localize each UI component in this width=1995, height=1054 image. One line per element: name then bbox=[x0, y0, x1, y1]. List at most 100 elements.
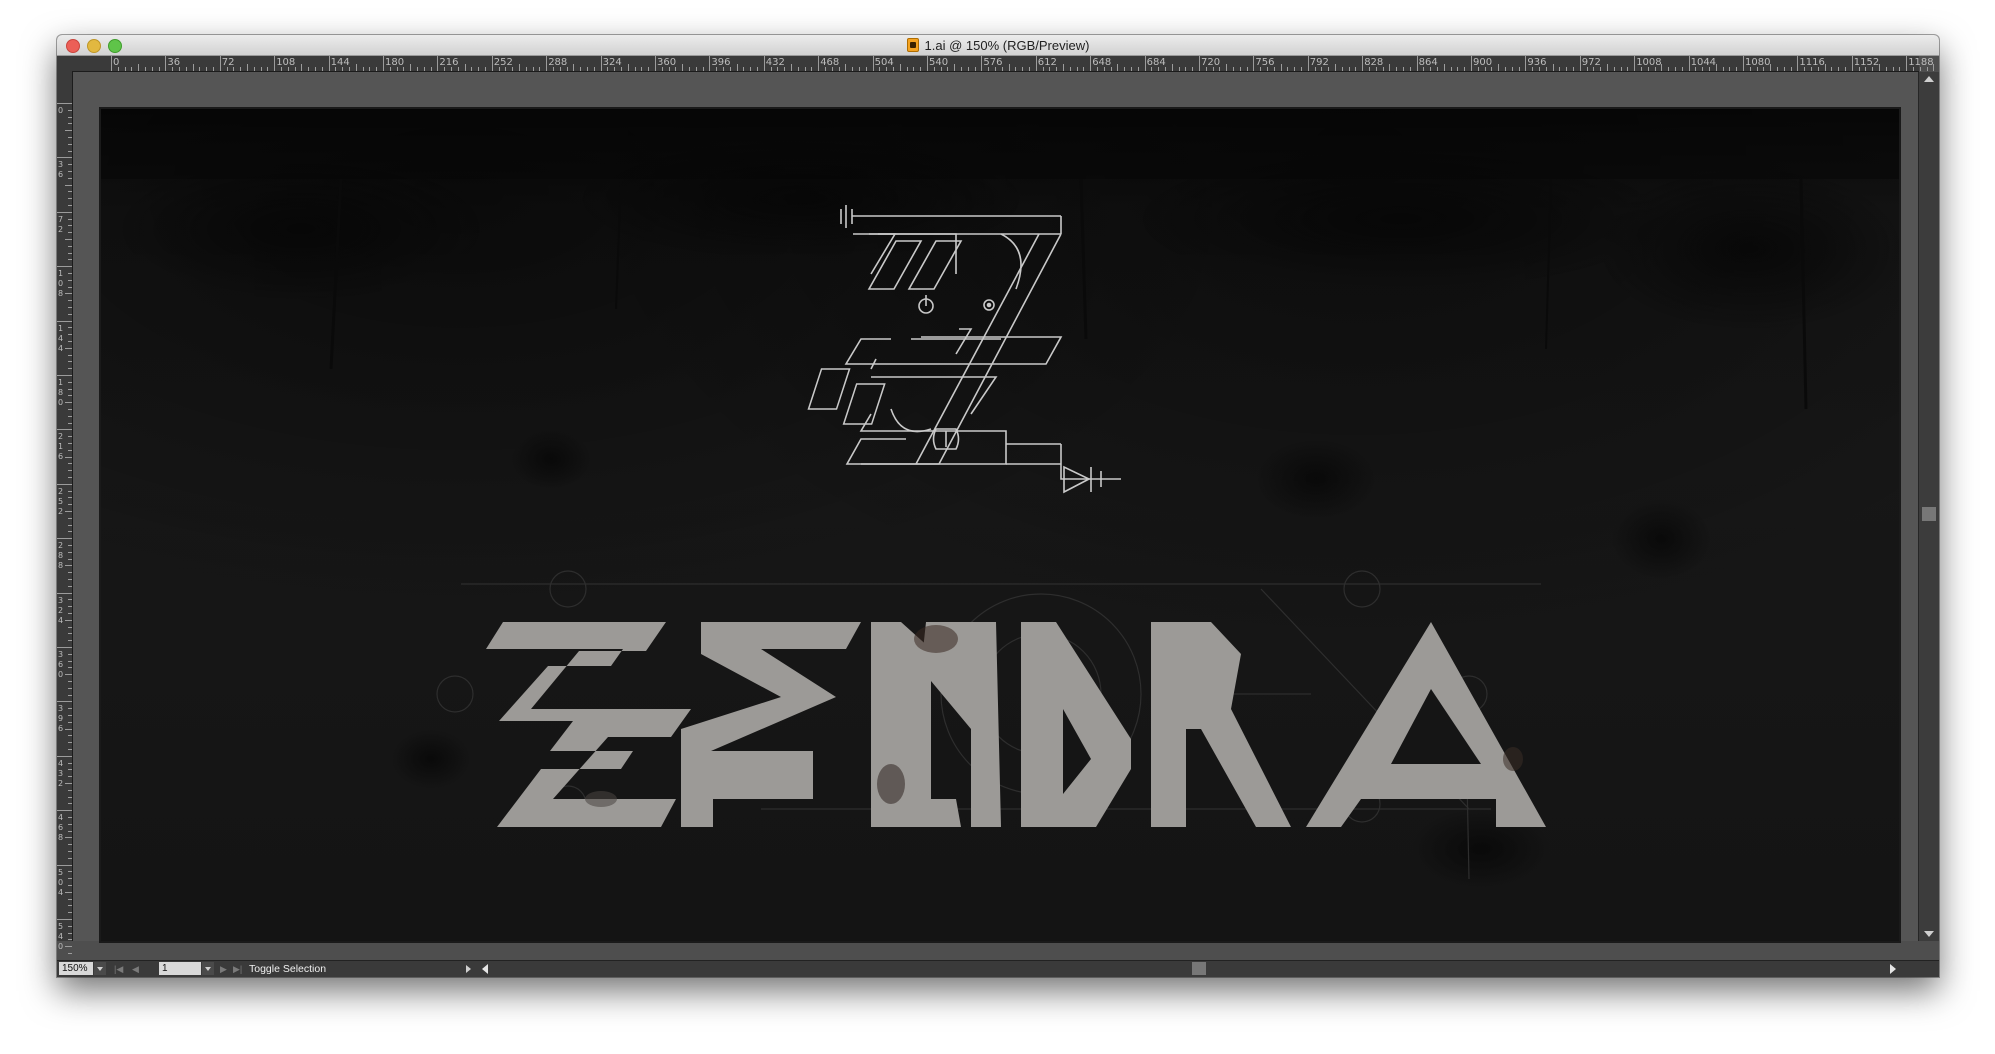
ruler-tick bbox=[57, 266, 72, 268]
ruler-minor-tick bbox=[1063, 64, 1064, 71]
ruler-minor-tick bbox=[1783, 67, 1785, 71]
ruler-minor-tick bbox=[485, 67, 486, 71]
vertical-scroll-thumb[interactable] bbox=[1922, 507, 1936, 521]
ruler-minor-tick bbox=[369, 67, 371, 71]
ruler-minor-tick bbox=[519, 64, 520, 71]
vertical-ruler[interactable]: 0 36 72 108 144 180 216 252 288 324 360 396 432 468 50… bbox=[57, 71, 73, 968]
ruler-minor-tick bbox=[859, 67, 860, 71]
status-message[interactable]: Toggle Selection bbox=[249, 961, 326, 977]
ruler-minor-tick bbox=[1736, 67, 1738, 71]
ruler-minor-tick bbox=[702, 67, 704, 71]
ruler-minor-tick bbox=[267, 67, 269, 71]
ruler-tick bbox=[927, 56, 928, 71]
ruler-minor-tick bbox=[68, 545, 72, 546]
ruler-minor-tick bbox=[1171, 64, 1173, 71]
scroll-left-icon[interactable] bbox=[482, 964, 488, 974]
ruler-tick bbox=[1253, 56, 1255, 71]
scroll-right-icon[interactable] bbox=[1890, 964, 1896, 974]
horizontal-scroll-thumb[interactable] bbox=[1192, 962, 1206, 975]
ruler-minor-tick bbox=[1239, 67, 1241, 71]
ruler-minor-tick bbox=[750, 67, 752, 71]
ruler-minor-tick bbox=[68, 205, 72, 206]
zoom-level-field[interactable]: 150% bbox=[59, 962, 93, 975]
ruler-minor-tick bbox=[68, 939, 72, 941]
ruler-minor-tick bbox=[1083, 67, 1085, 71]
ruler-minor-tick bbox=[68, 613, 72, 614]
ruler-tick bbox=[1797, 56, 1799, 71]
ruler-minor-tick bbox=[1294, 67, 1296, 71]
ruler-minor-tick bbox=[68, 681, 72, 682]
ruler-tick bbox=[57, 810, 72, 812]
ruler-minor-tick bbox=[376, 67, 378, 71]
ruler-label: 396 bbox=[58, 704, 64, 734]
ruler-minor-tick bbox=[634, 67, 636, 71]
ruler-minor-tick bbox=[68, 735, 72, 737]
ruler-tick bbox=[1416, 56, 1418, 71]
ruler-tick bbox=[57, 375, 72, 376]
ruler-minor-tick bbox=[68, 857, 72, 859]
ruler-minor-tick bbox=[68, 218, 72, 220]
ruler-minor-tick bbox=[68, 776, 72, 778]
scroll-up-icon[interactable] bbox=[1924, 76, 1934, 82]
ruler-minor-tick bbox=[68, 878, 72, 880]
ruler-label: 504 bbox=[874, 57, 894, 68]
ruler-minor-tick bbox=[1008, 64, 1010, 71]
ruler-minor-tick bbox=[967, 67, 969, 71]
artboard-number-field[interactable]: 1 bbox=[159, 962, 201, 975]
ruler-minor-tick bbox=[68, 116, 72, 118]
ruler-minor-tick bbox=[185, 67, 187, 71]
next-artboard-icon[interactable]: ▶ bbox=[220, 961, 227, 977]
ruler-minor-tick bbox=[68, 694, 72, 696]
ruler-minor-tick bbox=[68, 606, 72, 608]
ruler-minor-tick bbox=[410, 64, 412, 71]
ruler-label: 648 bbox=[1092, 57, 1112, 68]
ruler-minor-tick bbox=[68, 749, 72, 750]
ruler-minor-tick bbox=[1389, 64, 1391, 71]
first-artboard-icon[interactable]: |◀ bbox=[114, 961, 123, 977]
artboard-dropdown-icon[interactable] bbox=[202, 962, 214, 975]
ruler-minor-tick bbox=[68, 953, 72, 954]
ruler-tick bbox=[491, 56, 493, 71]
ruler-minor-tick bbox=[253, 67, 255, 71]
vertical-scrollbar[interactable] bbox=[1918, 72, 1939, 941]
ruler-tick bbox=[1634, 56, 1636, 71]
ruler-label: 252 bbox=[493, 57, 513, 68]
canvas-area[interactable] bbox=[73, 72, 1919, 943]
ruler-minor-tick bbox=[1498, 64, 1500, 71]
ruler-minor-tick bbox=[1511, 67, 1513, 71]
status-menu-icon[interactable] bbox=[466, 965, 471, 973]
ruler-minor-tick bbox=[68, 504, 72, 506]
ruler-minor-tick bbox=[1015, 67, 1017, 71]
ruler-minor-tick bbox=[641, 67, 643, 71]
ruler-minor-tick bbox=[648, 67, 650, 71]
horizontal-scrollbar[interactable] bbox=[480, 961, 1898, 976]
ruler-minor-tick bbox=[1613, 67, 1615, 71]
previous-artboard-icon[interactable]: ◀ bbox=[132, 961, 139, 977]
ruler-minor-tick bbox=[1131, 67, 1132, 71]
ruler-minor-tick bbox=[532, 67, 534, 71]
artboard[interactable] bbox=[99, 107, 1901, 943]
ruler-minor-tick bbox=[68, 361, 72, 363]
last-artboard-icon[interactable]: ▶| bbox=[233, 961, 242, 977]
ruler-minor-tick bbox=[68, 109, 72, 111]
ruler-minor-tick bbox=[1301, 67, 1302, 71]
ruler-minor-tick bbox=[247, 64, 248, 71]
ruler-label: 1152 bbox=[1853, 57, 1880, 68]
ruler-minor-tick bbox=[423, 67, 425, 71]
ruler-label: 432 bbox=[58, 758, 64, 788]
ruler-minor-tick bbox=[68, 667, 72, 669]
ruler-minor-tick bbox=[68, 653, 72, 655]
ruler-minor-tick bbox=[68, 477, 72, 478]
ruler-tick bbox=[437, 56, 439, 71]
document-icon bbox=[906, 38, 919, 52]
ruler-label: 0 bbox=[58, 106, 64, 115]
zoom-dropdown-icon[interactable] bbox=[94, 962, 106, 975]
ruler-minor-tick bbox=[1566, 67, 1568, 71]
scroll-down-icon[interactable] bbox=[1924, 931, 1934, 937]
ruler-minor-tick bbox=[68, 143, 72, 145]
ruler-label: 216 bbox=[439, 57, 459, 68]
ruler-minor-tick bbox=[206, 67, 208, 71]
horizontal-ruler[interactable]: 0 36 72 108 144 180 216 252 288 324 360 396 432 468 50… bbox=[57, 56, 1935, 72]
ruler-tick bbox=[57, 103, 72, 104]
ruler-tick bbox=[219, 56, 221, 71]
